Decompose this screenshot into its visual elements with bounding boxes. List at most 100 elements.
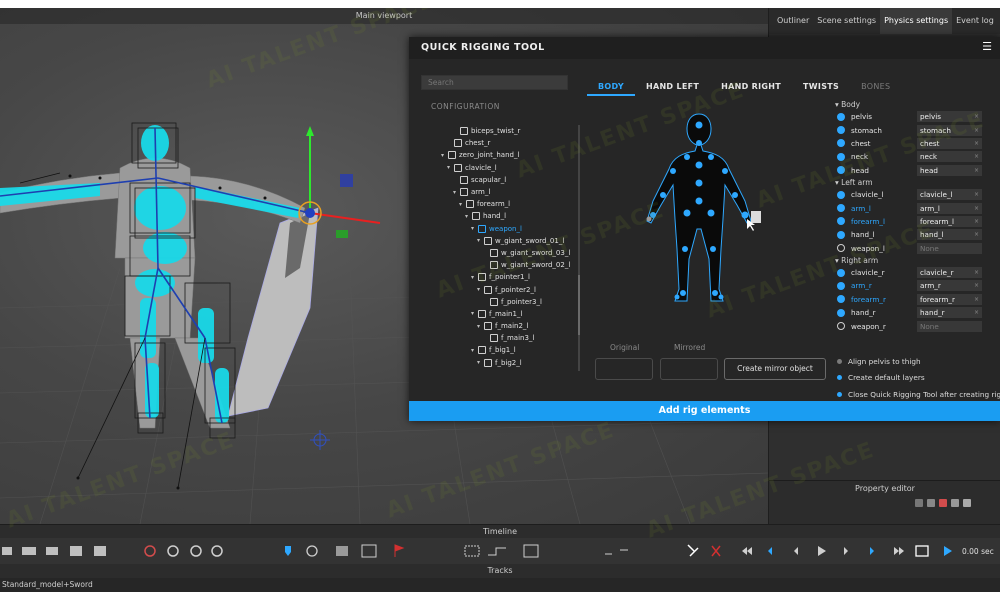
tab-event-log[interactable]: Event log: [952, 8, 998, 34]
tab-outliner[interactable]: Outliner: [773, 8, 813, 34]
bone-name: arm_l: [851, 203, 871, 213]
tree-item[interactable]: ▾ f_main2_l: [421, 320, 581, 332]
clear-icon[interactable]: ×: [974, 165, 979, 176]
tree-item[interactable]: f_main3_l: [421, 332, 581, 344]
settings-icon[interactable]: [963, 499, 971, 507]
clear-icon[interactable]: ×: [974, 229, 979, 240]
bone-mapping-value: hand_r: [920, 308, 945, 318]
tree-item[interactable]: ▾ f_main1_l: [421, 308, 581, 320]
option-label: Align pelvis to thigh: [848, 356, 921, 366]
expand-arrow-icon[interactable]: ▾: [471, 225, 478, 232]
right-panel-tabs: Outliner Scene settings Physics settings…: [769, 8, 1000, 34]
tree-item[interactable]: ▾ arm_l: [421, 186, 581, 198]
cube-icon: [478, 224, 486, 233]
tree-item[interactable]: ▾ f_big2_l: [421, 357, 581, 369]
clear-icon[interactable]: ×: [974, 294, 979, 305]
filter-icon[interactable]: [915, 499, 923, 507]
grid-icon[interactable]: [927, 499, 935, 507]
app-window: Main viewport Outliner Scene settings Ph…: [0, 8, 1000, 592]
rig-options: Align pelvis to thigh Create default laye…: [837, 353, 1000, 403]
block-icon: [306, 545, 318, 557]
bone-radio[interactable]: [837, 204, 845, 213]
create-mirror-object-button[interactable]: Create mirror object: [724, 358, 826, 380]
bone-mapping-value: None: [920, 321, 939, 331]
clear-icon[interactable]: ×: [974, 267, 979, 278]
tree-item[interactable]: ▾ forearm_l: [421, 198, 581, 210]
bone-mapping-field[interactable]: clavicle_r ×: [917, 267, 982, 279]
bone-mapping-field[interactable]: hand_r ×: [917, 307, 982, 319]
play-sound-icon: [944, 546, 952, 556]
view-icon: [2, 547, 12, 555]
configuration-label: CONFIGURATION: [431, 102, 500, 111]
clear-icon[interactable]: ×: [974, 138, 979, 149]
clear-icon[interactable]: ×: [974, 307, 979, 318]
bone-radio[interactable]: [837, 217, 845, 226]
play-icon: [818, 546, 826, 556]
menu-icon[interactable]: ☰: [982, 40, 992, 53]
dialog-header: QUICK RIGGING TOOL ☰: [409, 37, 1000, 59]
clear-icon[interactable]: ×: [974, 203, 979, 214]
option-checkbox[interactable]: Create default layers: [837, 370, 1000, 387]
list-icon[interactable]: [951, 499, 959, 507]
expand-arrow-icon[interactable]: ▾: [471, 347, 478, 354]
expand-arrow-icon[interactable]: ▾: [465, 213, 472, 220]
tab-body[interactable]: BODY: [587, 80, 635, 96]
bone-group-header[interactable]: ▾ Left arm: [835, 177, 1000, 188]
bone-radio[interactable]: [837, 112, 845, 121]
bone-mapping-value: pelvis: [920, 112, 941, 122]
bone-mapping-field[interactable]: None: [917, 320, 982, 332]
clear-icon[interactable]: ×: [974, 189, 979, 200]
tab-physics-settings[interactable]: Physics settings: [880, 8, 953, 34]
add-rig-elements-button[interactable]: Add rig elements: [409, 401, 1000, 421]
expand-arrow-icon[interactable]: ▾: [447, 164, 454, 171]
search-input[interactable]: [421, 75, 568, 90]
expand-arrow-icon[interactable]: ▾: [471, 310, 478, 317]
bone-mapping-field[interactable]: head ×: [917, 164, 982, 176]
bone-name: forearm_r: [851, 294, 886, 304]
bone-mapping-field[interactable]: arm_l ×: [917, 202, 982, 214]
bone-radio[interactable]: [837, 322, 845, 331]
record-icon[interactable]: [939, 499, 947, 507]
bone-radio[interactable]: [837, 126, 845, 135]
clear-icon[interactable]: ×: [974, 151, 979, 162]
bone-name: pelvis: [851, 112, 872, 122]
next-key-icon: [870, 547, 874, 555]
bone-radio[interactable]: [837, 190, 845, 199]
clear-icon[interactable]: ×: [974, 280, 979, 291]
tree-item[interactable]: scapular_l: [421, 174, 581, 186]
original-field[interactable]: [595, 358, 653, 380]
bone-name: arm_r: [851, 281, 872, 291]
tree-item-label: f_big1_l: [489, 346, 516, 355]
toolbar-icons: [2, 544, 952, 558]
expand-arrow-icon[interactable]: ▾: [441, 152, 448, 159]
bone-radio[interactable]: [837, 295, 845, 304]
bone-name: weapon_r: [851, 321, 886, 331]
bone-mapping-value: clavicle_r: [920, 268, 954, 278]
mirrored-field[interactable]: [660, 358, 718, 380]
clear-icon[interactable]: ×: [974, 216, 979, 227]
bone-radio[interactable]: [837, 281, 845, 290]
tree-item[interactable]: ▾ weapon_l: [421, 223, 581, 235]
tree-item-label: hand_l: [483, 212, 507, 221]
bone-mapping-field[interactable]: forearm_r ×: [917, 293, 982, 305]
loop-icon: [144, 545, 156, 557]
cube-icon: [490, 334, 498, 343]
tab-twists[interactable]: TWISTS: [792, 80, 850, 96]
bone-mapping-field[interactable]: clavicle_l ×: [917, 189, 982, 201]
tab-scene-settings[interactable]: Scene settings: [813, 8, 880, 34]
tree-item[interactable]: biceps_twist_r: [421, 125, 581, 137]
expand-arrow-icon[interactable]: ▾: [459, 201, 466, 208]
tree-item[interactable]: ▾ f_big1_l: [421, 344, 581, 356]
bone-mapping-field[interactable]: arm_r ×: [917, 280, 982, 292]
bone-radio[interactable]: [837, 139, 845, 148]
cube-icon: [448, 151, 456, 160]
option-checkbox[interactable]: Align pelvis to thigh: [837, 353, 1000, 370]
bone-radio[interactable]: [837, 230, 845, 239]
expand-arrow-icon[interactable]: ▾: [477, 237, 484, 244]
expand-arrow-icon[interactable]: ▾: [477, 323, 484, 330]
expand-arrow-icon[interactable]: ▾: [477, 359, 484, 366]
bone-radio[interactable]: [837, 308, 845, 317]
expand-arrow-icon[interactable]: ▾: [453, 189, 460, 196]
tree-item[interactable]: ▾ hand_l: [421, 210, 581, 222]
tab-bones[interactable]: BONES: [850, 80, 901, 96]
